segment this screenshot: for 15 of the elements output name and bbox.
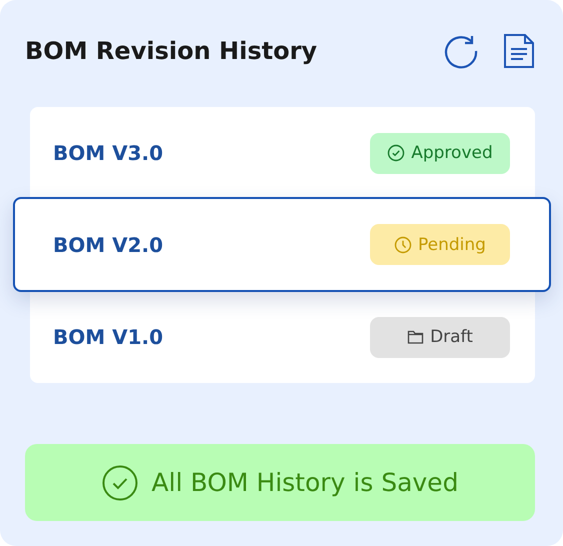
revision-name: BOM V1.0 xyxy=(53,325,164,349)
saved-message: All BOM History is Saved xyxy=(152,468,458,497)
check-circle-icon xyxy=(387,144,406,162)
revision-name: BOM V3.0 xyxy=(53,141,164,165)
document-icon[interactable] xyxy=(503,33,535,69)
check-circle-icon xyxy=(102,464,138,500)
revision-name: BOM V2.0 xyxy=(53,232,164,256)
revision-row[interactable]: BOM V2.0 Pending xyxy=(13,197,551,292)
status-label: Approved xyxy=(411,143,493,163)
status-label: Draft xyxy=(430,327,473,347)
folder-icon xyxy=(407,329,424,345)
clock-icon xyxy=(394,236,412,254)
refresh-icon[interactable] xyxy=(443,33,479,69)
status-label: Pending xyxy=(418,234,486,254)
panel-title: BOM Revision History xyxy=(25,37,318,65)
